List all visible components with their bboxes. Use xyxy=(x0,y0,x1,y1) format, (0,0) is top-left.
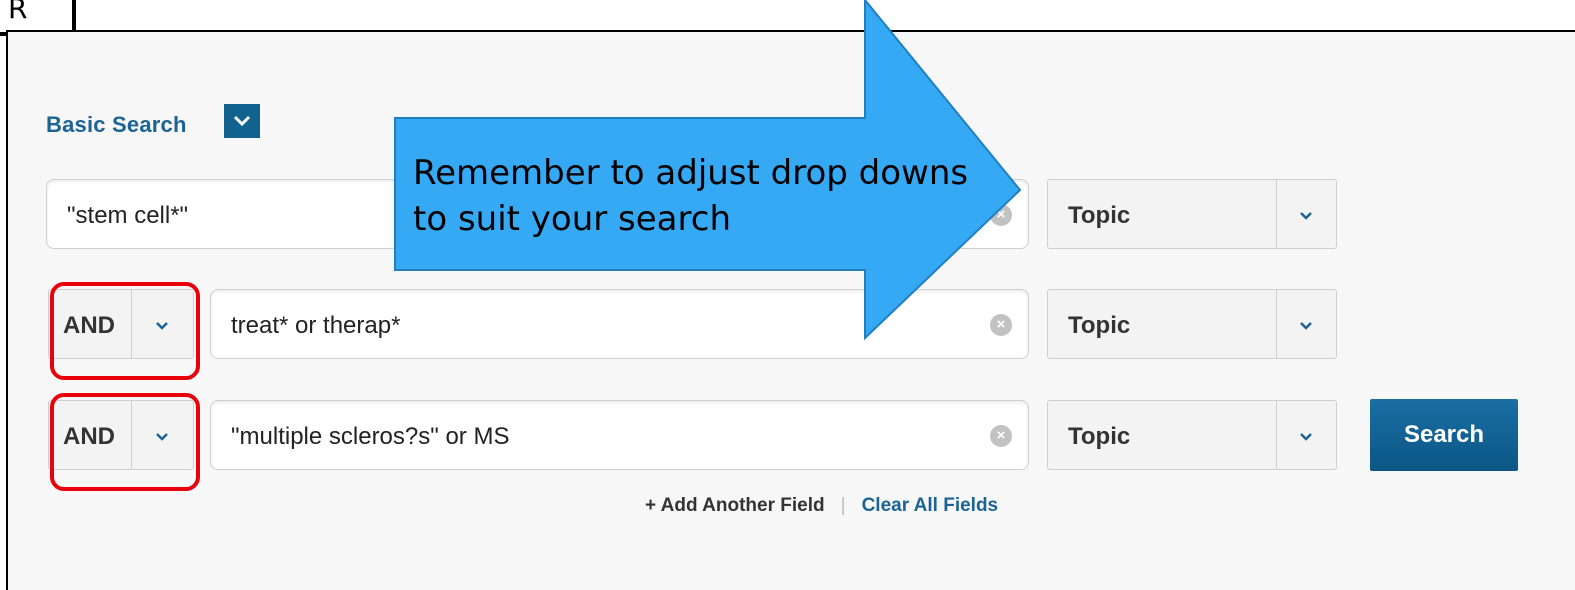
link-separator: | xyxy=(840,495,846,516)
clear-x-icon[interactable]: × xyxy=(990,425,1012,447)
field-select-label-3: Topic xyxy=(1068,423,1131,450)
search-term-value-1: "stem cell*" xyxy=(67,202,189,229)
clear-x-icon[interactable]: × xyxy=(990,204,1012,226)
search-term-value-3: "multiple scleros?s" or MS xyxy=(231,423,510,450)
field-select-3[interactable]: Topic xyxy=(1047,400,1337,470)
field-select-label-2: Topic xyxy=(1068,312,1131,339)
highlight-box-3 xyxy=(50,393,200,491)
highlight-box-2 xyxy=(50,282,200,380)
basic-search-label: Basic Search xyxy=(46,112,187,137)
callout-text: Remember to adjust drop downs to suit yo… xyxy=(413,153,969,239)
chevron-down-icon xyxy=(1300,322,1312,330)
field-select-1[interactable]: Topic xyxy=(1047,179,1337,249)
search-button[interactable]: Search xyxy=(1370,399,1518,471)
search-term-input-3[interactable]: "multiple scleros?s" or MS × xyxy=(210,400,1029,470)
select-divider xyxy=(1276,180,1277,248)
select-divider xyxy=(1276,290,1277,358)
field-links: + Add Another Field | Clear All Fields xyxy=(645,495,998,517)
clear-all-fields-link[interactable]: Clear All Fields xyxy=(862,495,999,517)
basic-search-toggle-button[interactable] xyxy=(224,104,260,138)
add-another-field-link[interactable]: + Add Another Field xyxy=(645,495,825,517)
chevron-down-icon xyxy=(1300,433,1312,441)
search-term-value-2: treat* or therap* xyxy=(231,312,401,339)
clear-x-icon[interactable]: × xyxy=(990,314,1012,336)
chevron-down-icon xyxy=(233,115,251,127)
search-term-input-2[interactable]: treat* or therap* × xyxy=(210,289,1029,359)
field-select-2[interactable]: Topic xyxy=(1047,289,1337,359)
chevron-down-icon xyxy=(1300,212,1312,220)
select-divider xyxy=(1276,401,1277,469)
field-select-label-1: Topic xyxy=(1068,202,1131,229)
